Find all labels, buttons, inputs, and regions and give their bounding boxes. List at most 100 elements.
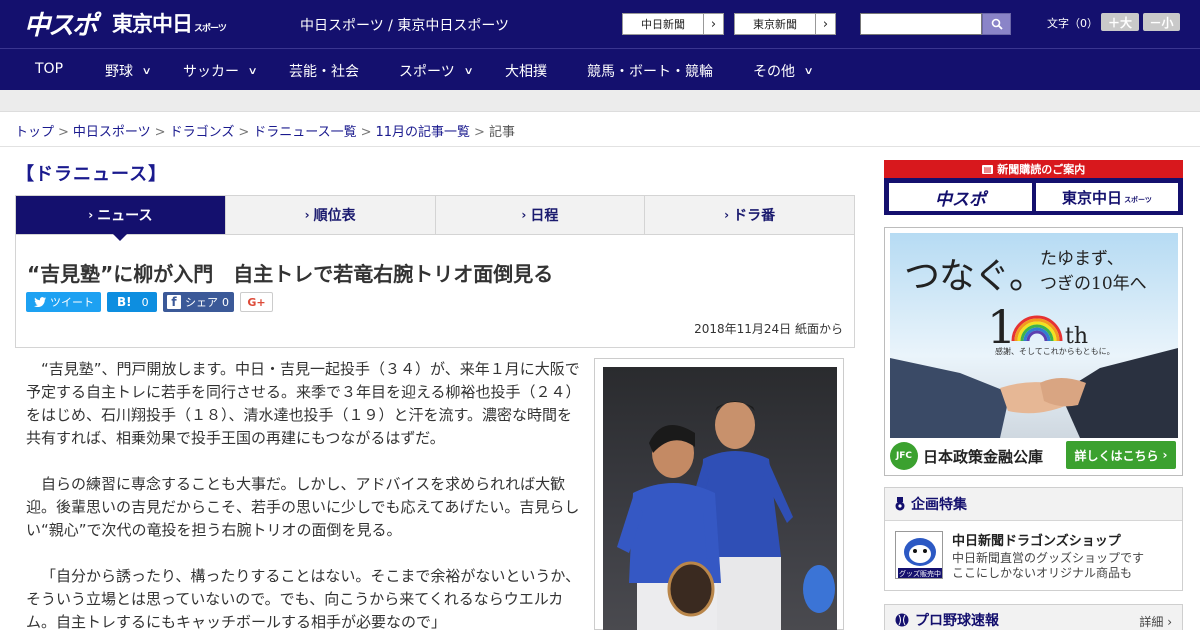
- feature-description: 中日新聞直営のグッズショップです ここにしかないオリジナル商品も: [952, 551, 1144, 581]
- feature-item[interactable]: グッズ販売中 中日新聞ドラゴンズショップ 中日新聞直営のグッズショップです ここ…: [885, 521, 1182, 591]
- hatena-icon: B!: [117, 295, 132, 309]
- feature-box: 企画特集 グッズ販売中 中日新聞ドラゴンズショップ 中日新聞直営のグッズショップ…: [884, 487, 1183, 591]
- section-title: 【ドラニュース】: [16, 164, 168, 185]
- feature-head: 企画特集: [885, 488, 1182, 521]
- font-smaller-button[interactable]: －小: [1143, 13, 1180, 31]
- search-icon: [991, 18, 1003, 30]
- hatena-bookmark-button[interactable]: B! 0: [107, 292, 157, 312]
- players-photo-illustration: [617, 401, 835, 630]
- nav-label: TOP: [35, 61, 64, 77]
- chevron-right-icon: ›: [1162, 448, 1168, 462]
- scores-head-label: プロ野球速報: [915, 612, 999, 629]
- nav-label: 大相撲: [505, 64, 547, 80]
- ad-image: つなぐ。 たゆまず、 つぎの10年へ 1 th 感謝、そしてこれからもともに。: [890, 233, 1178, 438]
- ad-footer: JFC 日本政策金融公庫 詳しくはこちら ›: [890, 440, 1178, 472]
- nav-item-sumo[interactable]: 大相撲: [505, 61, 547, 81]
- scores-head: プロ野球速報: [885, 605, 1182, 630]
- nav-label: 競馬・ボート・競輪: [587, 64, 713, 80]
- tab-label: ドラ番: [733, 208, 776, 224]
- tab-label: 順位表: [313, 208, 356, 224]
- nav-item-entertainment[interactable]: 芸能・社会: [289, 61, 359, 81]
- tokyo-chunichi-subscribe-logo[interactable]: 東京中日 スポーツ: [1036, 183, 1178, 211]
- tokyo-chunichi-logo[interactable]: 東京中日 スポーツ: [112, 6, 227, 40]
- breadcrumb-item[interactable]: 11月の記事一覧: [376, 125, 471, 140]
- chuspo-subscribe-logo[interactable]: 中スポ: [889, 183, 1032, 211]
- nav-item-top[interactable]: TOP: [35, 61, 63, 77]
- subscription-head-label: 新聞購読のご案内: [997, 163, 1086, 176]
- handshake-illustration: [890, 348, 1178, 438]
- chevron-down-icon: ∨: [803, 65, 814, 77]
- article-photo[interactable]: [603, 367, 837, 630]
- breadcrumb-item[interactable]: ドラゴンズ: [170, 125, 235, 140]
- breadcrumb-item[interactable]: 中日スポーツ: [73, 125, 151, 140]
- chevron-right-icon: ›: [88, 208, 94, 222]
- subscription-banner[interactable]: ▤ 新聞購読のご案内 中スポ 東京中日 スポーツ: [884, 160, 1183, 215]
- sub-logo2-text: 東京中日: [1062, 188, 1123, 207]
- subscription-head: ▤ 新聞購読のご案内: [884, 160, 1183, 178]
- article-paragraph: 「自分から誘ったり、構ったりすることはない。そこまで余裕がないというか、そういう…: [26, 567, 581, 630]
- google-plus-button[interactable]: G+: [240, 292, 273, 312]
- breadcrumb-separator: >: [474, 125, 485, 140]
- search-input[interactable]: [860, 13, 982, 35]
- thumb-badge-text: グッズ販売中: [899, 569, 941, 578]
- dragons-shop-thumbnail: グッズ販売中: [895, 531, 943, 579]
- nav-item-sports[interactable]: スポーツ ∨: [399, 61, 474, 81]
- chevron-right-icon: ›: [304, 208, 310, 222]
- chevron-right-icon: ›: [521, 208, 527, 222]
- chevron-right-icon: ›: [724, 208, 730, 222]
- nav-label: サッカー: [183, 64, 239, 80]
- nav-label: スポーツ: [399, 64, 455, 80]
- tweet-button[interactable]: ツイート: [26, 292, 101, 312]
- tweet-label: ツイート: [50, 296, 94, 309]
- facebook-count: 0: [222, 295, 229, 309]
- main-nav: TOP 野球 ∨ サッカー ∨ 芸能・社会 スポーツ ∨ 大相撲 競馬・ボート・競輪 …: [0, 48, 1200, 90]
- google-plus-icon: G+: [247, 295, 266, 309]
- chevron-down-icon: ∨: [247, 65, 258, 77]
- breadcrumb-separator: >: [360, 125, 372, 140]
- search-button[interactable]: [982, 13, 1011, 35]
- nav-label: 野球: [105, 64, 133, 80]
- article-date: 2018年11月24日 紙面から: [694, 322, 843, 336]
- tokyo-logo-text: 東京中日: [112, 12, 193, 36]
- facebook-f-icon: f: [167, 295, 181, 309]
- font-bigger-button[interactable]: ＋大: [1101, 13, 1139, 31]
- tokyo-shimbun-link[interactable]: 東京新聞 ›: [734, 13, 836, 35]
- article-headline: “吉見塾”に柳が入門 自主トレで若竜右腕トリオ面倒見る: [27, 262, 554, 286]
- chevron-right-icon: ›: [815, 14, 835, 34]
- nav-item-other[interactable]: その他 ∨: [753, 61, 814, 81]
- chunichi-shimbun-link[interactable]: 中日新聞 ›: [622, 13, 724, 35]
- tab-standings[interactable]: › 順位表: [226, 196, 436, 234]
- facebook-share-button[interactable]: f シェア 0: [163, 292, 234, 312]
- font-size-label: 文字（0）: [1047, 17, 1098, 30]
- scores-details-link[interactable]: 詳細 ›: [1139, 613, 1172, 630]
- jfc-advertisement[interactable]: つなぐ。 たゆまず、 つぎの10年へ 1 th 感謝、そしてこれからもともに。 J…: [884, 227, 1183, 476]
- tab-news[interactable]: › ニュース: [16, 196, 226, 241]
- sub-bar: [0, 90, 1200, 112]
- feature-title[interactable]: 中日新聞ドラゴンズショップ: [952, 530, 1121, 549]
- twitter-bird-icon: [34, 297, 46, 307]
- article-photo-frame: [594, 358, 844, 630]
- newspaper-icon: ▤: [981, 164, 994, 174]
- tokyo-logo-small: スポーツ: [194, 24, 227, 34]
- tab-schedule[interactable]: › 日程: [436, 196, 646, 234]
- breadcrumb-item[interactable]: ドラニュース一覧: [253, 125, 356, 140]
- tab-label: 日程: [530, 208, 559, 224]
- nav-item-soccer[interactable]: サッカー ∨: [183, 61, 258, 81]
- tab-reporters[interactable]: › ドラ番: [645, 196, 854, 234]
- chevron-right-icon: ›: [703, 14, 723, 34]
- article-paragraph: 自らの練習に専念することも大事だ。しかし、アドバイスを求められれば大歓迎。後輩思…: [26, 475, 580, 539]
- nav-item-baseball[interactable]: 野球 ∨: [105, 61, 152, 81]
- nav-item-racing[interactable]: 競馬・ボート・競輪: [587, 61, 713, 81]
- breadcrumb-item[interactable]: トップ: [15, 125, 54, 140]
- tokyo-shimbun-label: 東京新聞: [753, 18, 797, 31]
- feature-desc-line: 中日新聞直営のグッズショップです: [952, 551, 1145, 565]
- sub-logo2-small: スポーツ: [1124, 196, 1152, 204]
- ad-cta-label: 詳しくはこちら: [1074, 448, 1159, 463]
- nav-label: その他: [753, 64, 795, 80]
- divider: [0, 146, 1200, 147]
- facebook-share-label: シェア: [185, 296, 218, 309]
- breadcrumb-current: 記事: [488, 125, 515, 140]
- ad-details-button[interactable]: 詳しくはこちら ›: [1066, 441, 1176, 469]
- chuspo-logo[interactable]: 中スポ: [24, 6, 98, 41]
- article-paragraph: “吉見塾”、門戸開放します。中日・吉見一起投手（３４）が、来年１月に大阪で予定す…: [26, 360, 581, 447]
